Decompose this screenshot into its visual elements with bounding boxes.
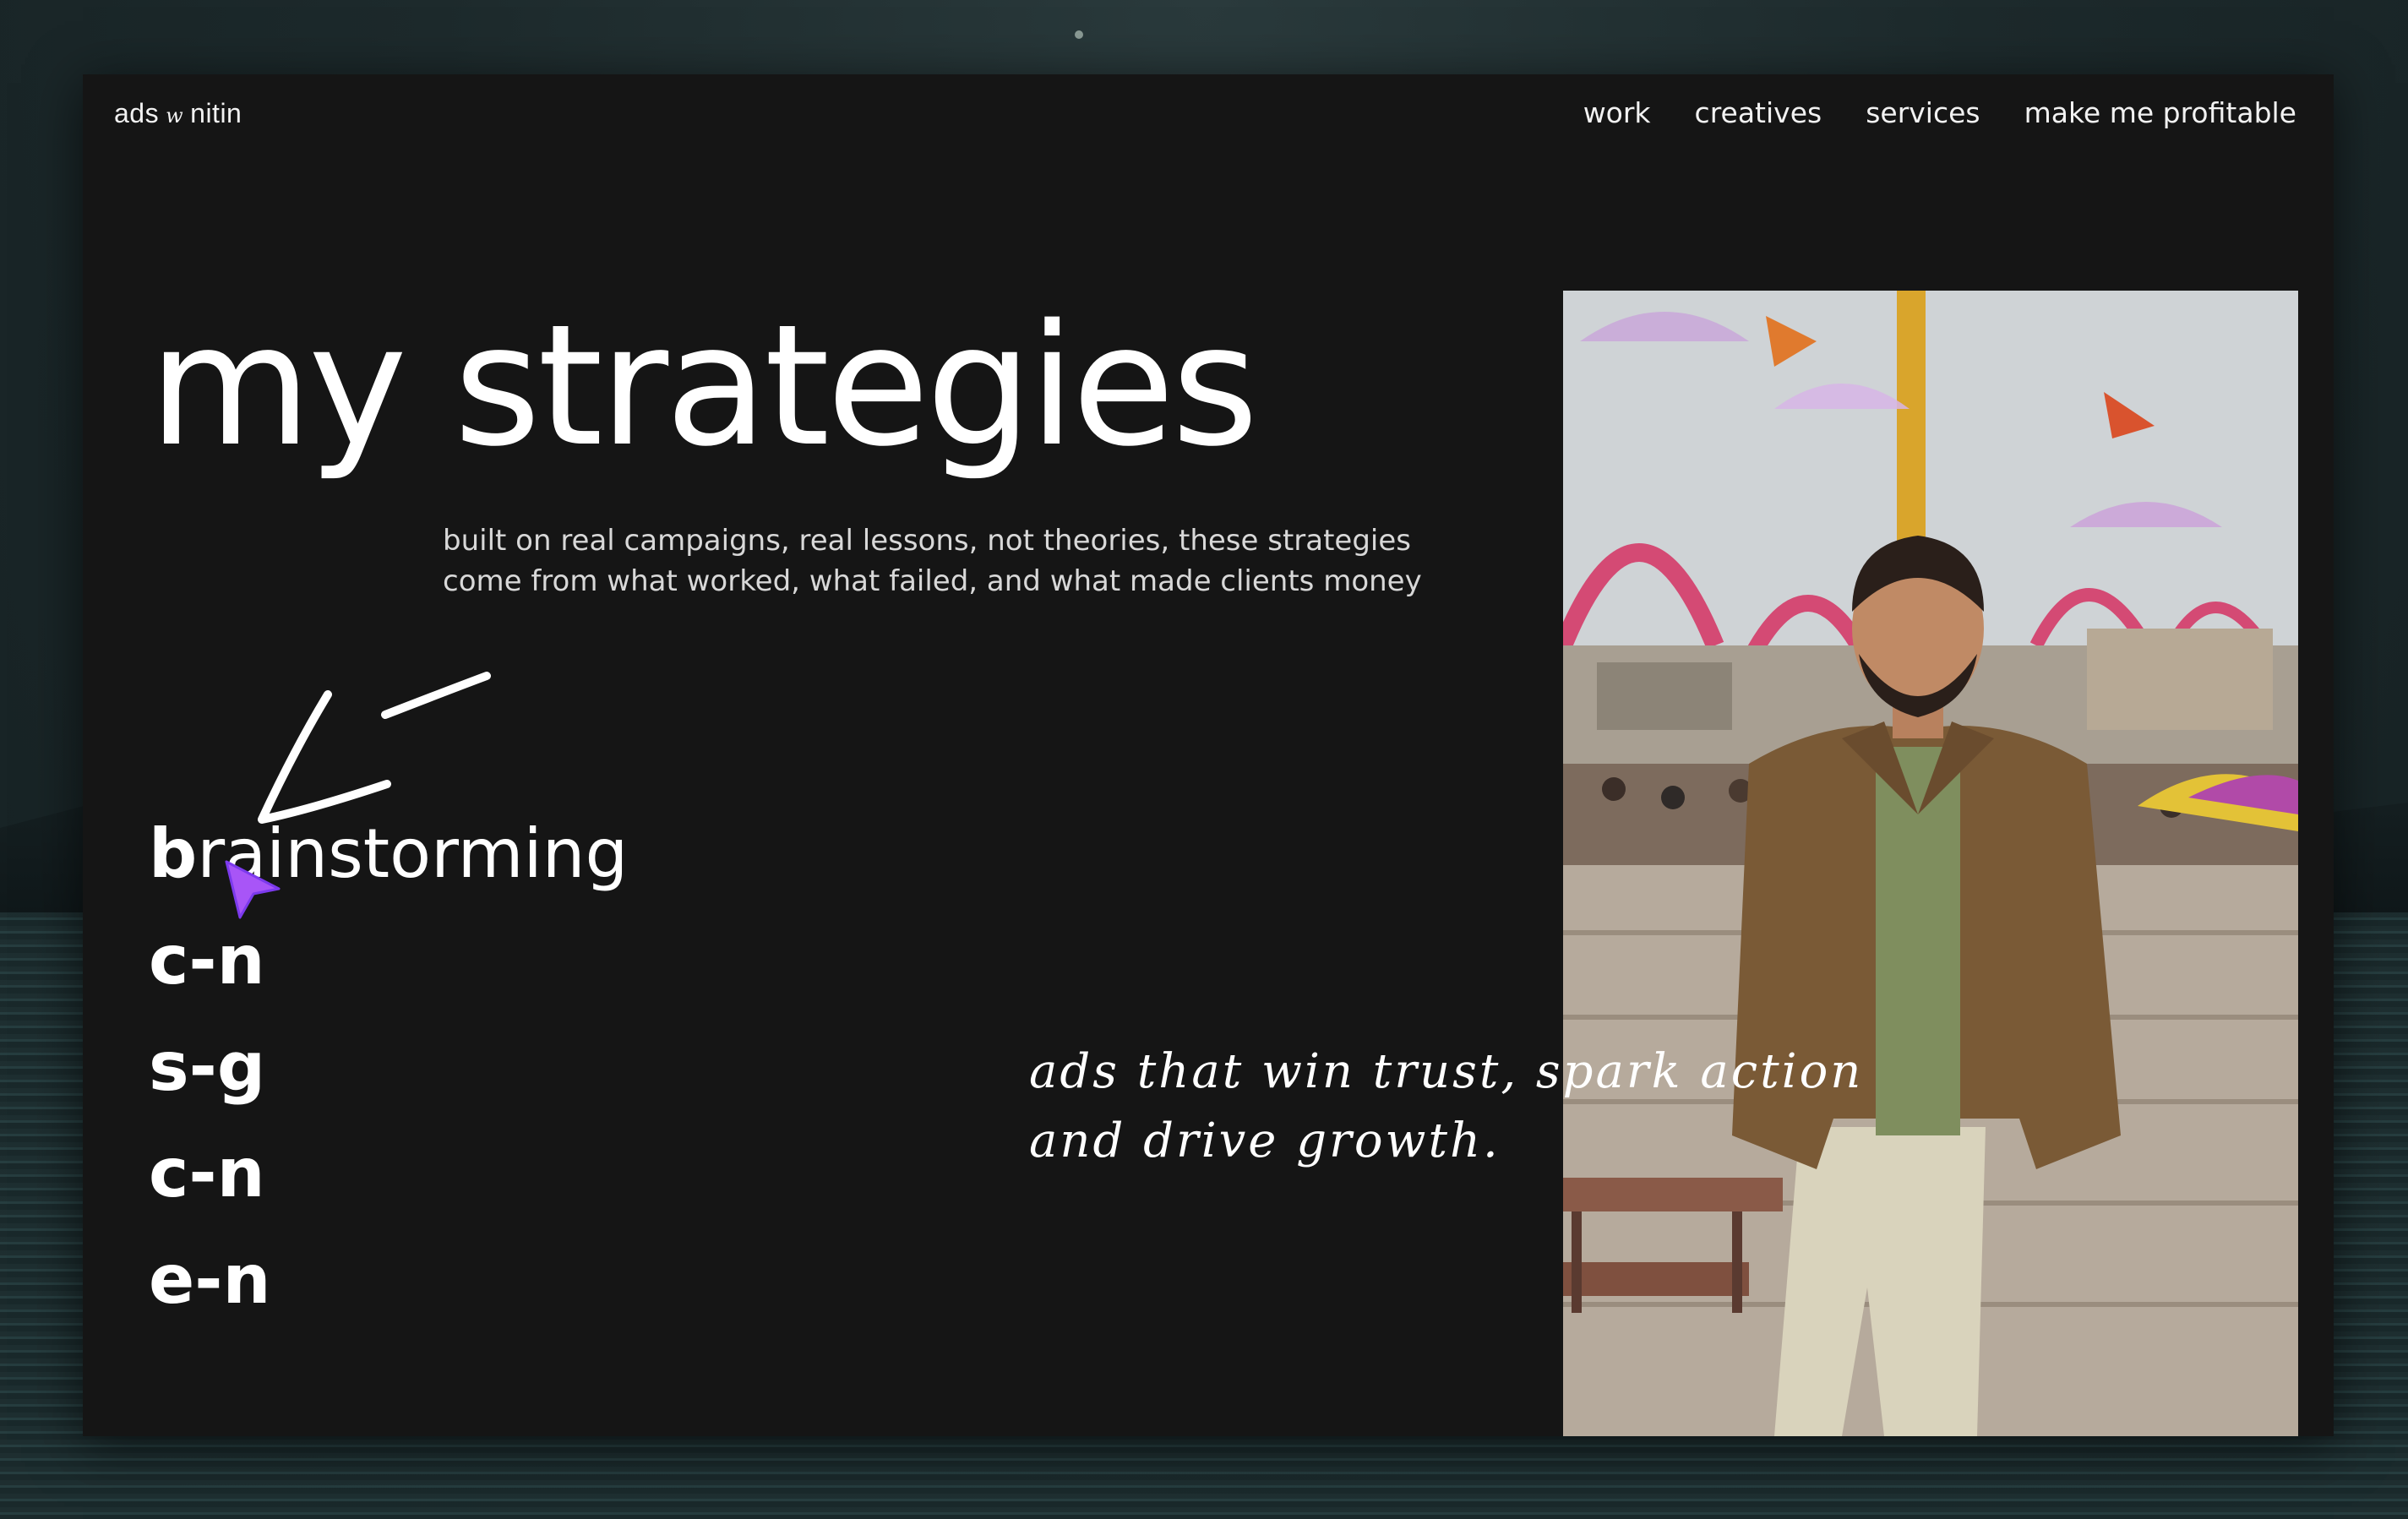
strategy-item[interactable]: s-g [149,1014,628,1120]
strategy-item[interactable]: c-n [149,1120,628,1227]
brand-name-right: nitin [190,98,242,128]
brand-name-mid: w [166,104,184,128]
photo-illustration [1563,291,2298,1436]
website-window: ads w nitin work creatives services make m… [83,74,2334,1436]
nav-item-creatives[interactable]: creatives [1695,96,1822,129]
nav-item-services[interactable]: services [1866,96,1980,129]
script-quote: ads that win trust, spark action and dri… [1029,1037,2043,1176]
script-quote-line2: and drive growth. [1029,1113,1501,1168]
hand-drawn-arrow-icon [258,672,491,824]
camera-dot [1075,30,1083,39]
pointer-cursor-icon [225,860,281,919]
brand-logo[interactable]: ads w nitin [114,98,242,129]
nav-item-work[interactable]: work [1583,96,1651,129]
hero-subtitle: built on real campaigns, real lessons, n… [443,520,1457,602]
hero-subtitle-line1: built on real campaigns, real lessons, n… [443,524,1412,558]
main-nav: work creatives services make me profitab… [1583,96,2296,129]
profile-photo [1563,291,2298,1436]
strategy-item-initial: b [149,814,198,893]
nav-item-make-me-profitable[interactable]: make me profitable [2024,96,2296,129]
page-title: my strategies [149,288,1259,483]
hero-subtitle-line2: come from what worked, what failed, and … [443,564,1422,598]
strategy-item[interactable]: e-n [149,1227,628,1333]
brand-name-left: ads [114,98,160,128]
script-quote-line1: ads that win trust, spark action [1029,1044,1864,1099]
